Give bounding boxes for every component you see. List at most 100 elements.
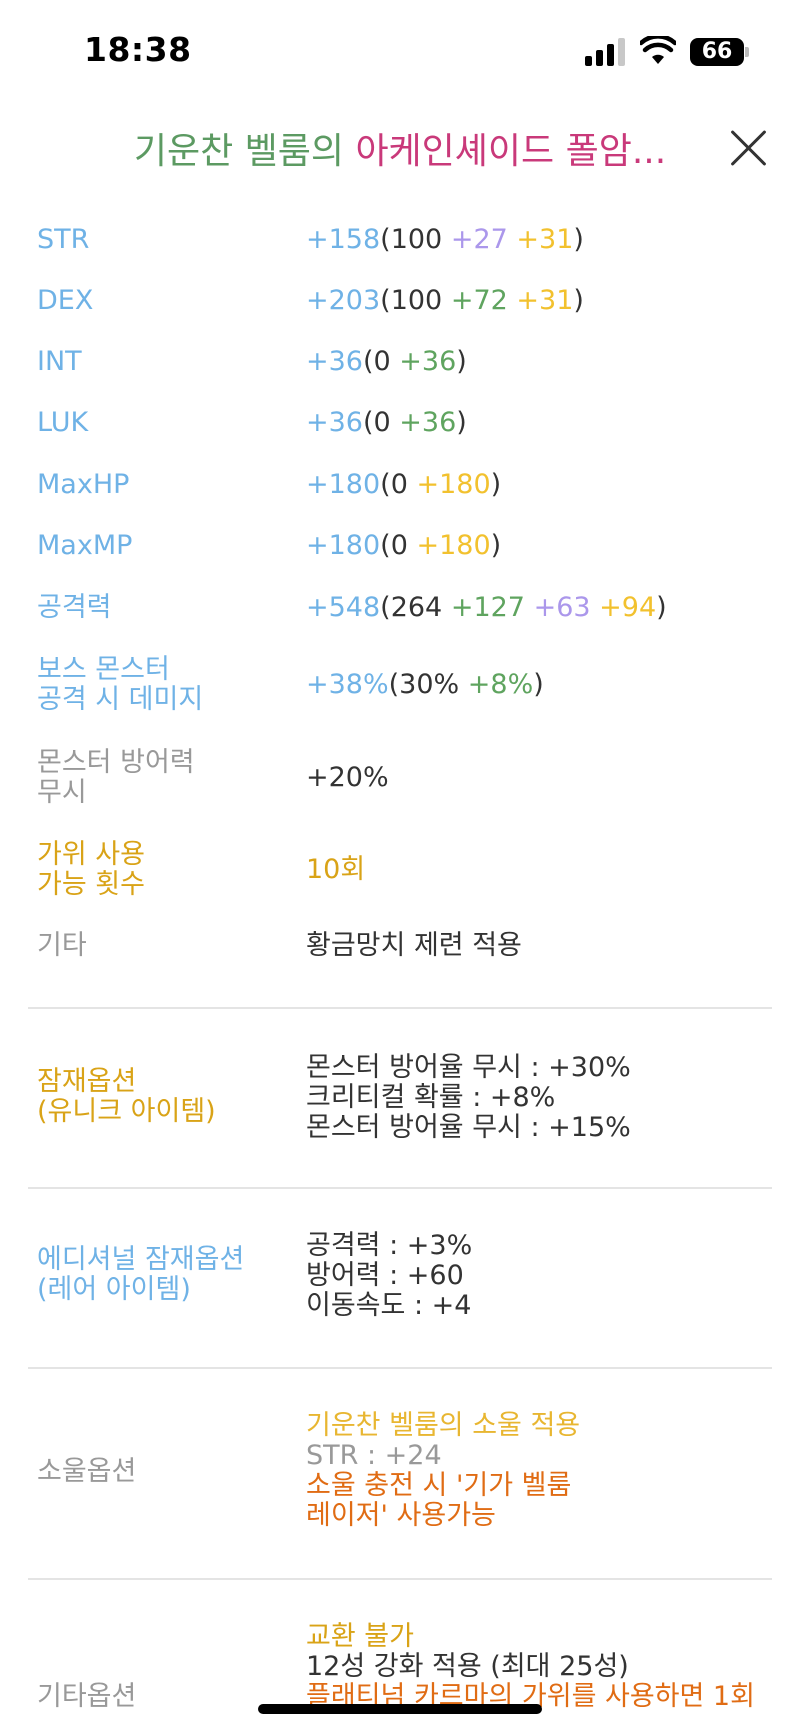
stat-scroll: +63 — [533, 592, 600, 623]
additional-potential-label-line: (레어 아이템) — [37, 1274, 191, 1305]
stat-label-ignore-defense: 몬스터 방어력 무시 — [37, 748, 195, 808]
stat-label-maxmp: MaxMP — [37, 530, 133, 561]
potential-lines: 몬스터 방어율 무시 : +30% 크리티컬 확률 : +8% 몬스터 방어율 … — [306, 1053, 631, 1143]
stat-base: (0 — [362, 407, 400, 438]
stat-additional: +36 — [399, 407, 457, 438]
soul-lines: 기운찬 벨룸의 소울 적용 STR : +24 소울 충전 시 '기가 벨룸 레… — [306, 1411, 580, 1531]
stat-total: +36 — [306, 346, 363, 377]
stat-additional: +36 — [399, 346, 457, 377]
stat-total: +180 — [306, 530, 381, 561]
stat-total: +203 — [306, 285, 381, 316]
stat-base: (0 — [380, 530, 417, 561]
stat-additional: +127 — [450, 592, 534, 623]
stat-value-int: +36(0 +36) — [306, 347, 467, 377]
stat-close-paren: ) — [490, 469, 502, 500]
item-detail-header: 기운찬 벨룸의 아케인셰이드 폴암... — [0, 108, 800, 184]
stat-label-dex: DEX — [37, 285, 94, 316]
section-divider — [28, 1187, 772, 1189]
stat-additional: +8% — [467, 669, 534, 700]
section-divider — [28, 1578, 772, 1580]
stat-value-str: +158(100 +27 +31) — [306, 225, 584, 255]
stat-base: (30% — [388, 669, 468, 700]
stat-value-boss-damage: +38%(30% +8%) — [306, 670, 544, 700]
stat-value-ignore-defense: +20% — [306, 762, 389, 793]
stat-base: (0 — [380, 469, 417, 500]
stat-close-paren: ) — [573, 224, 584, 255]
stat-label-etc: 기타 — [37, 930, 87, 961]
stat-label-int: INT — [37, 346, 82, 377]
item-title: 기운찬 벨룸의 아케인셰이드 폴암... — [0, 122, 800, 174]
stat-label-luk: LUK — [37, 407, 89, 438]
soul-stat: STR : +24 — [306, 1440, 442, 1471]
potential-line: 크리티컬 확률 : +8% — [306, 1082, 556, 1113]
stat-bonus: +180 — [416, 469, 491, 500]
stat-additional: +72 — [450, 285, 517, 316]
section-divider — [28, 1007, 772, 1009]
stat-base: (100 — [380, 285, 451, 316]
stat-label-boss-damage: 보스 몬스터 공격 시 데미지 — [37, 655, 203, 715]
other-options-lines: 교환 불가 12성 강화 적용 (최대 25성) 플래티넘 카르마의 가위를 사… — [306, 1622, 755, 1712]
potential-label-line: 잠재옵션 — [37, 1066, 137, 1097]
additional-potential-line: 방어력 : +60 — [306, 1260, 464, 1291]
stat-label-scissors: 가위 사용 가능 횟수 — [37, 840, 145, 900]
stat-value-dex: +203(100 +72 +31) — [306, 286, 584, 316]
stat-label-line: 보스 몬스터 — [37, 654, 170, 685]
wifi-icon — [640, 36, 676, 64]
additional-potential-line: 이동속도 : +4 — [306, 1290, 472, 1321]
potential-line: 몬스터 방어율 무시 : +15% — [306, 1112, 631, 1143]
stat-total: +158 — [306, 224, 381, 255]
stat-label-line: 가위 사용 — [37, 839, 145, 870]
other-options-label: 기타옵션 — [37, 1681, 137, 1712]
stat-bonus: +31 — [516, 224, 574, 255]
stat-scroll: +27 — [450, 224, 517, 255]
item-title-name: 아케인셰이드 폴암... — [355, 131, 667, 172]
soul-name: 기운찬 벨룸의 소울 적용 — [306, 1410, 581, 1441]
soul-skill-line: 소울 충전 시 '기가 벨룸 — [306, 1470, 572, 1501]
home-indicator[interactable] — [258, 1704, 542, 1714]
section-divider — [28, 1367, 772, 1369]
stat-bonus: +180 — [416, 530, 491, 561]
stat-close-paren: ) — [656, 592, 667, 623]
stat-close-paren: ) — [533, 669, 544, 700]
battery-icon: 66 — [690, 38, 744, 66]
stat-value-maxmp: +180(0 +180) — [306, 531, 501, 561]
stat-close-paren: ) — [456, 407, 467, 438]
cellular-signal-icon — [585, 38, 627, 66]
starforce-status: 12성 강화 적용 (최대 25성) — [306, 1651, 629, 1682]
soul-skill-line: 레이저' 사용가능 — [306, 1500, 496, 1531]
stat-bonus: +31 — [516, 285, 574, 316]
close-icon[interactable] — [728, 128, 768, 168]
additional-potential-label: 에디셔널 잠재옵션 (레어 아이템) — [37, 1245, 244, 1305]
status-bar: 18:38 66 — [0, 0, 800, 100]
additional-potential-label-line: 에디셔널 잠재옵션 — [37, 1244, 245, 1275]
stat-label-attack: 공격력 — [37, 592, 112, 623]
stat-total: +180 — [306, 469, 381, 500]
trade-status: 교환 불가 — [306, 1621, 414, 1652]
stat-label-line: 공격 시 데미지 — [37, 684, 204, 715]
stat-close-paren: ) — [490, 530, 502, 561]
additional-potential-lines: 공격력 : +3% 방어력 : +60 이동속도 : +4 — [306, 1231, 472, 1321]
potential-label: 잠재옵션 (유니크 아이템) — [37, 1067, 216, 1127]
stat-close-paren: ) — [573, 285, 584, 316]
item-title-prefix: 기운찬 벨룸의 — [133, 131, 356, 172]
stat-total: +548 — [306, 592, 381, 623]
soul-label: 소울옵션 — [37, 1456, 137, 1487]
stat-value-maxhp: +180(0 +180) — [306, 470, 501, 500]
stat-label-line: 몬스터 방어력 — [37, 747, 195, 778]
stat-base: (0 — [362, 346, 400, 377]
stat-label-str: STR — [37, 224, 90, 255]
stat-bonus: +94 — [599, 592, 657, 623]
potential-label-line: (유니크 아이템) — [37, 1096, 216, 1127]
stat-total: +36 — [306, 407, 363, 438]
stat-total: +38% — [306, 669, 389, 700]
battery-cap — [745, 47, 749, 57]
stat-base: (100 — [380, 224, 451, 255]
additional-potential-line: 공격력 : +3% — [306, 1230, 473, 1261]
stat-value-etc: 황금망치 제련 적용 — [306, 930, 522, 961]
stat-close-paren: ) — [456, 346, 467, 377]
potential-line: 몬스터 방어율 무시 : +30% — [306, 1052, 631, 1083]
stat-label-line: 가능 횟수 — [37, 869, 145, 900]
status-time: 18:38 — [84, 30, 192, 69]
stat-base: (264 — [380, 592, 451, 623]
stat-value-attack: +548(264 +127 +63 +94) — [306, 593, 667, 623]
